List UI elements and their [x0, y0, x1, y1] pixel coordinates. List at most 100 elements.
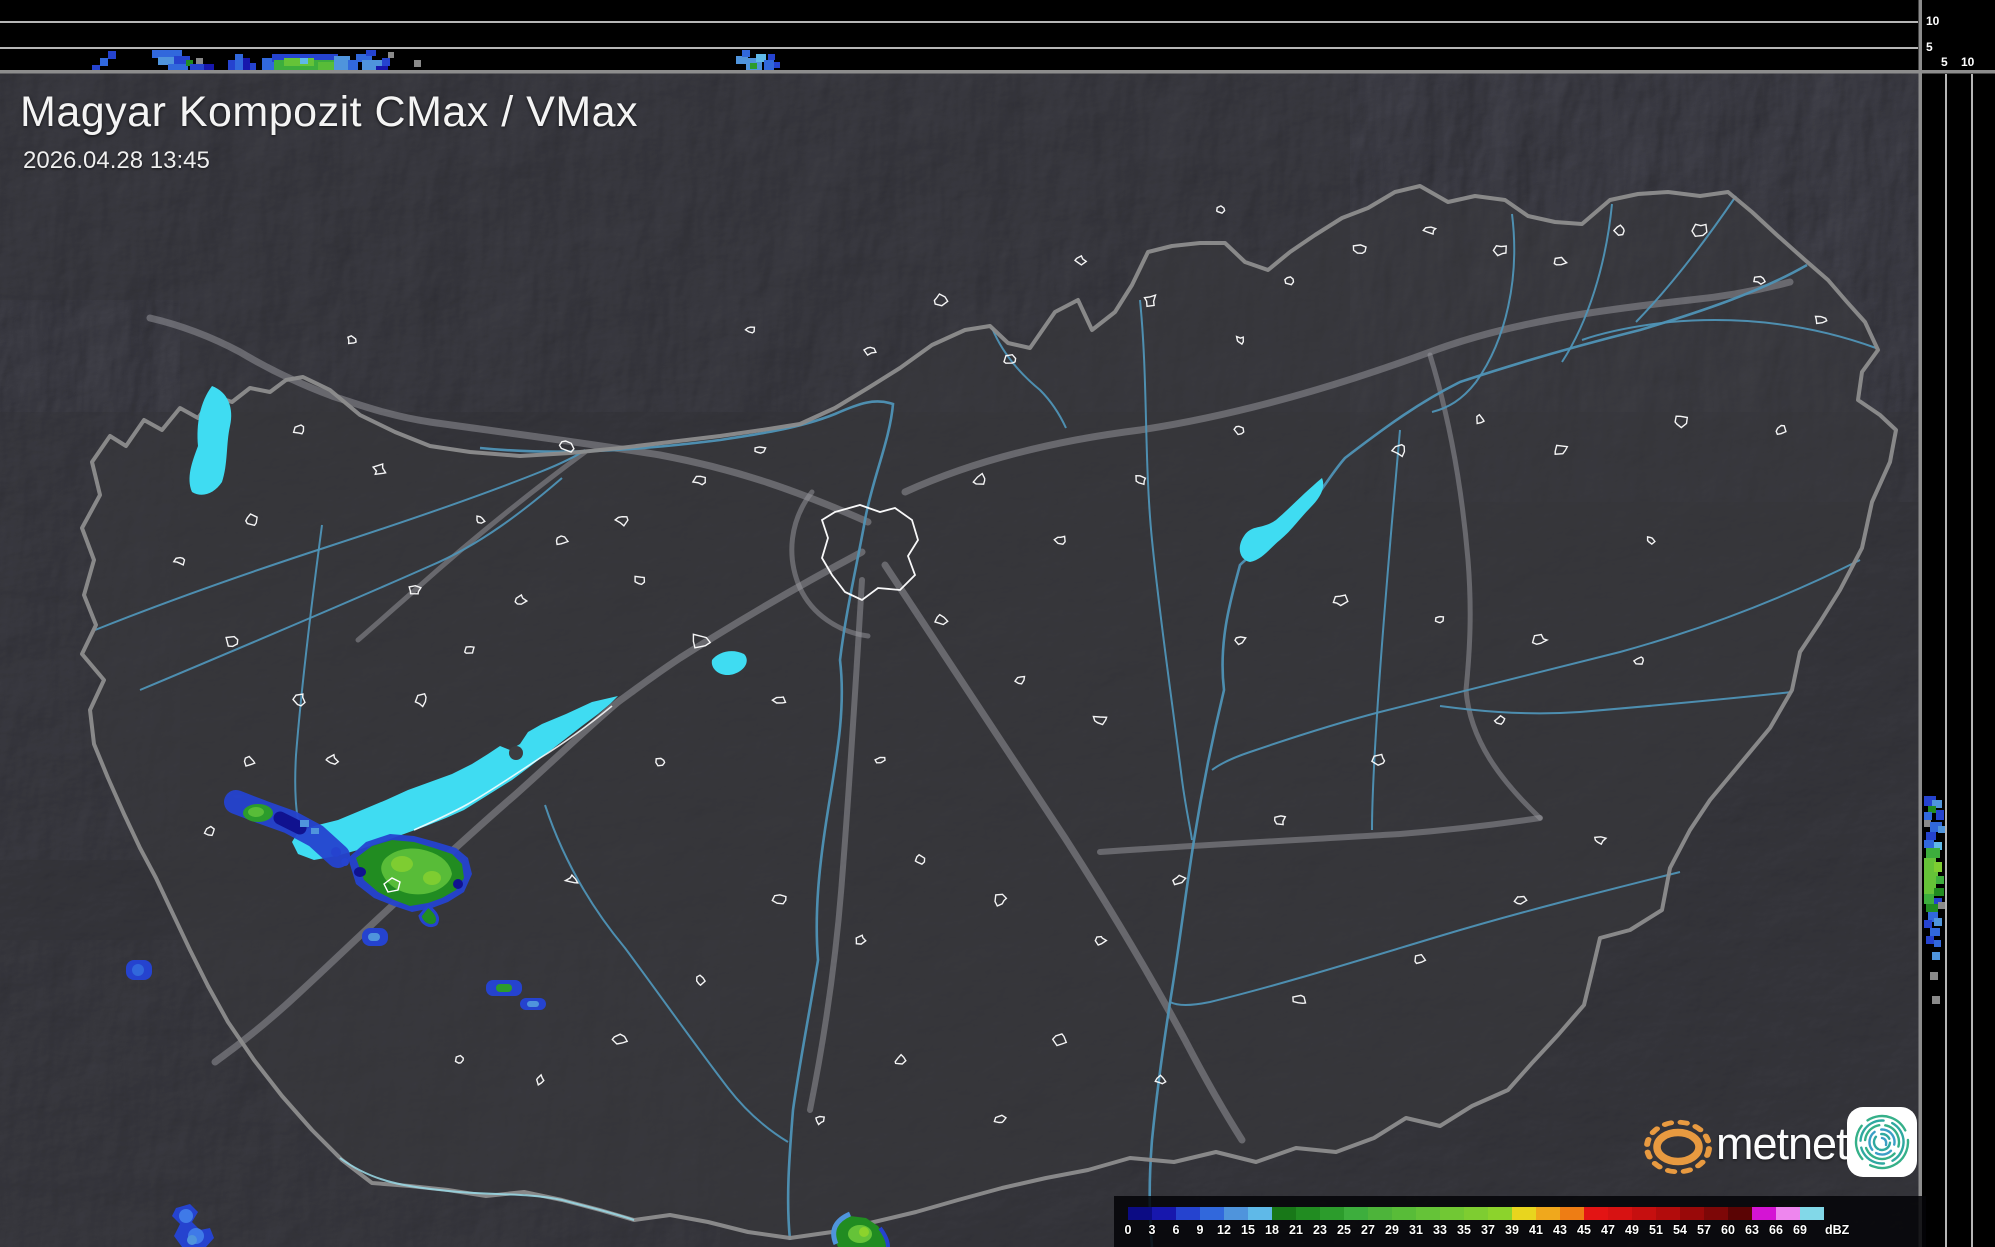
echo-pixel: [334, 56, 350, 72]
echo-pixel: [196, 58, 203, 64]
dbz-tick-label: 29: [1385, 1223, 1399, 1237]
dbz-colorbar: [1128, 1207, 1824, 1220]
dbz-tick-label: 69: [1793, 1223, 1807, 1237]
dbz-cell: [1440, 1207, 1464, 1220]
dbz-tick-label: 21: [1289, 1223, 1303, 1237]
dbz-tick-label: 0: [1124, 1223, 1132, 1237]
dbz-tick-label: 35: [1457, 1223, 1471, 1237]
page-title: Magyar Kompozit CMax / VMax: [20, 88, 639, 136]
radar-map: [0, 0, 1995, 1247]
dbz-tick-label: 57: [1697, 1223, 1711, 1237]
right-axis-label-10: 10: [1961, 55, 1975, 69]
dbz-cell: [1632, 1207, 1656, 1220]
dbz-cell: [1416, 1207, 1440, 1220]
echo-pixel: [388, 52, 394, 58]
top-axis-label-5: 5: [1926, 40, 1933, 54]
dbz-tick-label: 43: [1553, 1223, 1567, 1237]
echo-pixel: [768, 54, 775, 60]
dbz-tick-label: 18: [1265, 1223, 1279, 1237]
dbz-cell: [1752, 1207, 1776, 1220]
right-axis-label-5: 5: [1941, 55, 1948, 69]
echo-pixel: [742, 50, 750, 57]
dbz-tick-label: 33: [1433, 1223, 1447, 1237]
dbz-cell: [1680, 1207, 1704, 1220]
tihany-peninsula: [509, 746, 523, 760]
dbz-tick-label: 66: [1769, 1223, 1783, 1237]
echo-pixel: [774, 62, 780, 68]
echo-pixel: [1924, 812, 1932, 820]
dbz-unit-label: dBZ: [1825, 1223, 1850, 1237]
frame-horizontal: [0, 70, 1995, 74]
dbz-cell: [1728, 1207, 1752, 1220]
echo-pixel: [1934, 940, 1941, 947]
echo-pixel: [300, 58, 308, 64]
echo-pixel: [1932, 996, 1940, 1004]
dbz-cell: [1128, 1207, 1152, 1220]
echo-pixel: [108, 51, 116, 59]
frame-vertical: [1918, 0, 1922, 1247]
brand-text: metnet: [1716, 1118, 1849, 1169]
dbz-cell: [1368, 1207, 1392, 1220]
echo-pixel: [382, 58, 390, 66]
echo-pixel: [100, 58, 108, 66]
dbz-cell: [1584, 1207, 1608, 1220]
dbz-cell: [1224, 1207, 1248, 1220]
echo-pixel: [1924, 894, 1934, 904]
dbz-cell: [1560, 1207, 1584, 1220]
dbz-cell: [1800, 1207, 1824, 1220]
echo-pixel: [1934, 918, 1942, 926]
dbz-tick-label: 39: [1505, 1223, 1519, 1237]
echo-pixel: [1924, 820, 1931, 827]
echo-pixel: [284, 58, 314, 66]
echo-pixel: [750, 63, 757, 69]
dbz-legend: 0 3 6 9 12 15 18 21 23 25 27 29 31 33 35 37 39 41 43 45 47 49…: [1114, 1196, 1926, 1247]
echo-pixel: [1928, 806, 1936, 813]
echo-pixel: [235, 54, 243, 72]
dbz-cell: [1512, 1207, 1536, 1220]
dbz-tick-label: 60: [1721, 1223, 1735, 1237]
dbz-cell: [1608, 1207, 1632, 1220]
dbz-tick-label: 27: [1361, 1223, 1375, 1237]
dbz-cell: [1152, 1207, 1176, 1220]
echo-pixel: [318, 62, 334, 70]
echo-pixel: [1924, 920, 1932, 928]
echo-pixel: [1924, 872, 1938, 884]
dbz-tick-label: 47: [1601, 1223, 1615, 1237]
dbz-cell: [1656, 1207, 1680, 1220]
echo-pixel: [243, 58, 250, 72]
dbz-tick-label: 41: [1529, 1223, 1543, 1237]
echo-pixel: [158, 57, 174, 65]
dbz-tick-label: 3: [1148, 1223, 1156, 1237]
right-profile-panel: [1920, 0, 1995, 1247]
echo-pixel: [1926, 904, 1938, 912]
echo-pixel: [1936, 810, 1944, 820]
echo-pixel: [1938, 826, 1945, 833]
dbz-cell: [1320, 1207, 1344, 1220]
echo-pixel: [366, 50, 376, 56]
dbz-cell: [1776, 1207, 1800, 1220]
echo-pixel: [1926, 936, 1934, 944]
dbz-tick-label: 25: [1337, 1223, 1351, 1237]
echo-pixel: [1934, 888, 1944, 896]
dbz-cell: [1344, 1207, 1368, 1220]
timestamp: 2026.04.28 13:45: [23, 147, 210, 174]
dbz-cell: [1392, 1207, 1416, 1220]
dbz-cell: [1176, 1207, 1200, 1220]
dbz-tick-label: 15: [1241, 1223, 1255, 1237]
map-area: [0, 72, 1920, 1247]
echo-pixel: [1930, 972, 1938, 980]
dbz-cell: [1536, 1207, 1560, 1220]
echo-pixel: [764, 60, 774, 70]
echo-pixel: [1926, 832, 1936, 840]
echo-pixel: [1936, 876, 1944, 884]
dbz-tick-label: 31: [1409, 1223, 1423, 1237]
sun-icon: [1644, 1119, 1712, 1175]
dbz-cell: [1200, 1207, 1224, 1220]
metnet-logo: metnet: [1640, 1100, 1925, 1192]
top-axis-label-10: 10: [1926, 14, 1940, 28]
radar-display: Magyar Kompozit CMax / VMax 2026.04.28 1…: [0, 0, 1995, 1247]
dbz-cell: [1704, 1207, 1728, 1220]
dbz-cell: [1296, 1207, 1320, 1220]
dbz-cell: [1272, 1207, 1296, 1220]
dbz-tick-label: 23: [1313, 1223, 1327, 1237]
